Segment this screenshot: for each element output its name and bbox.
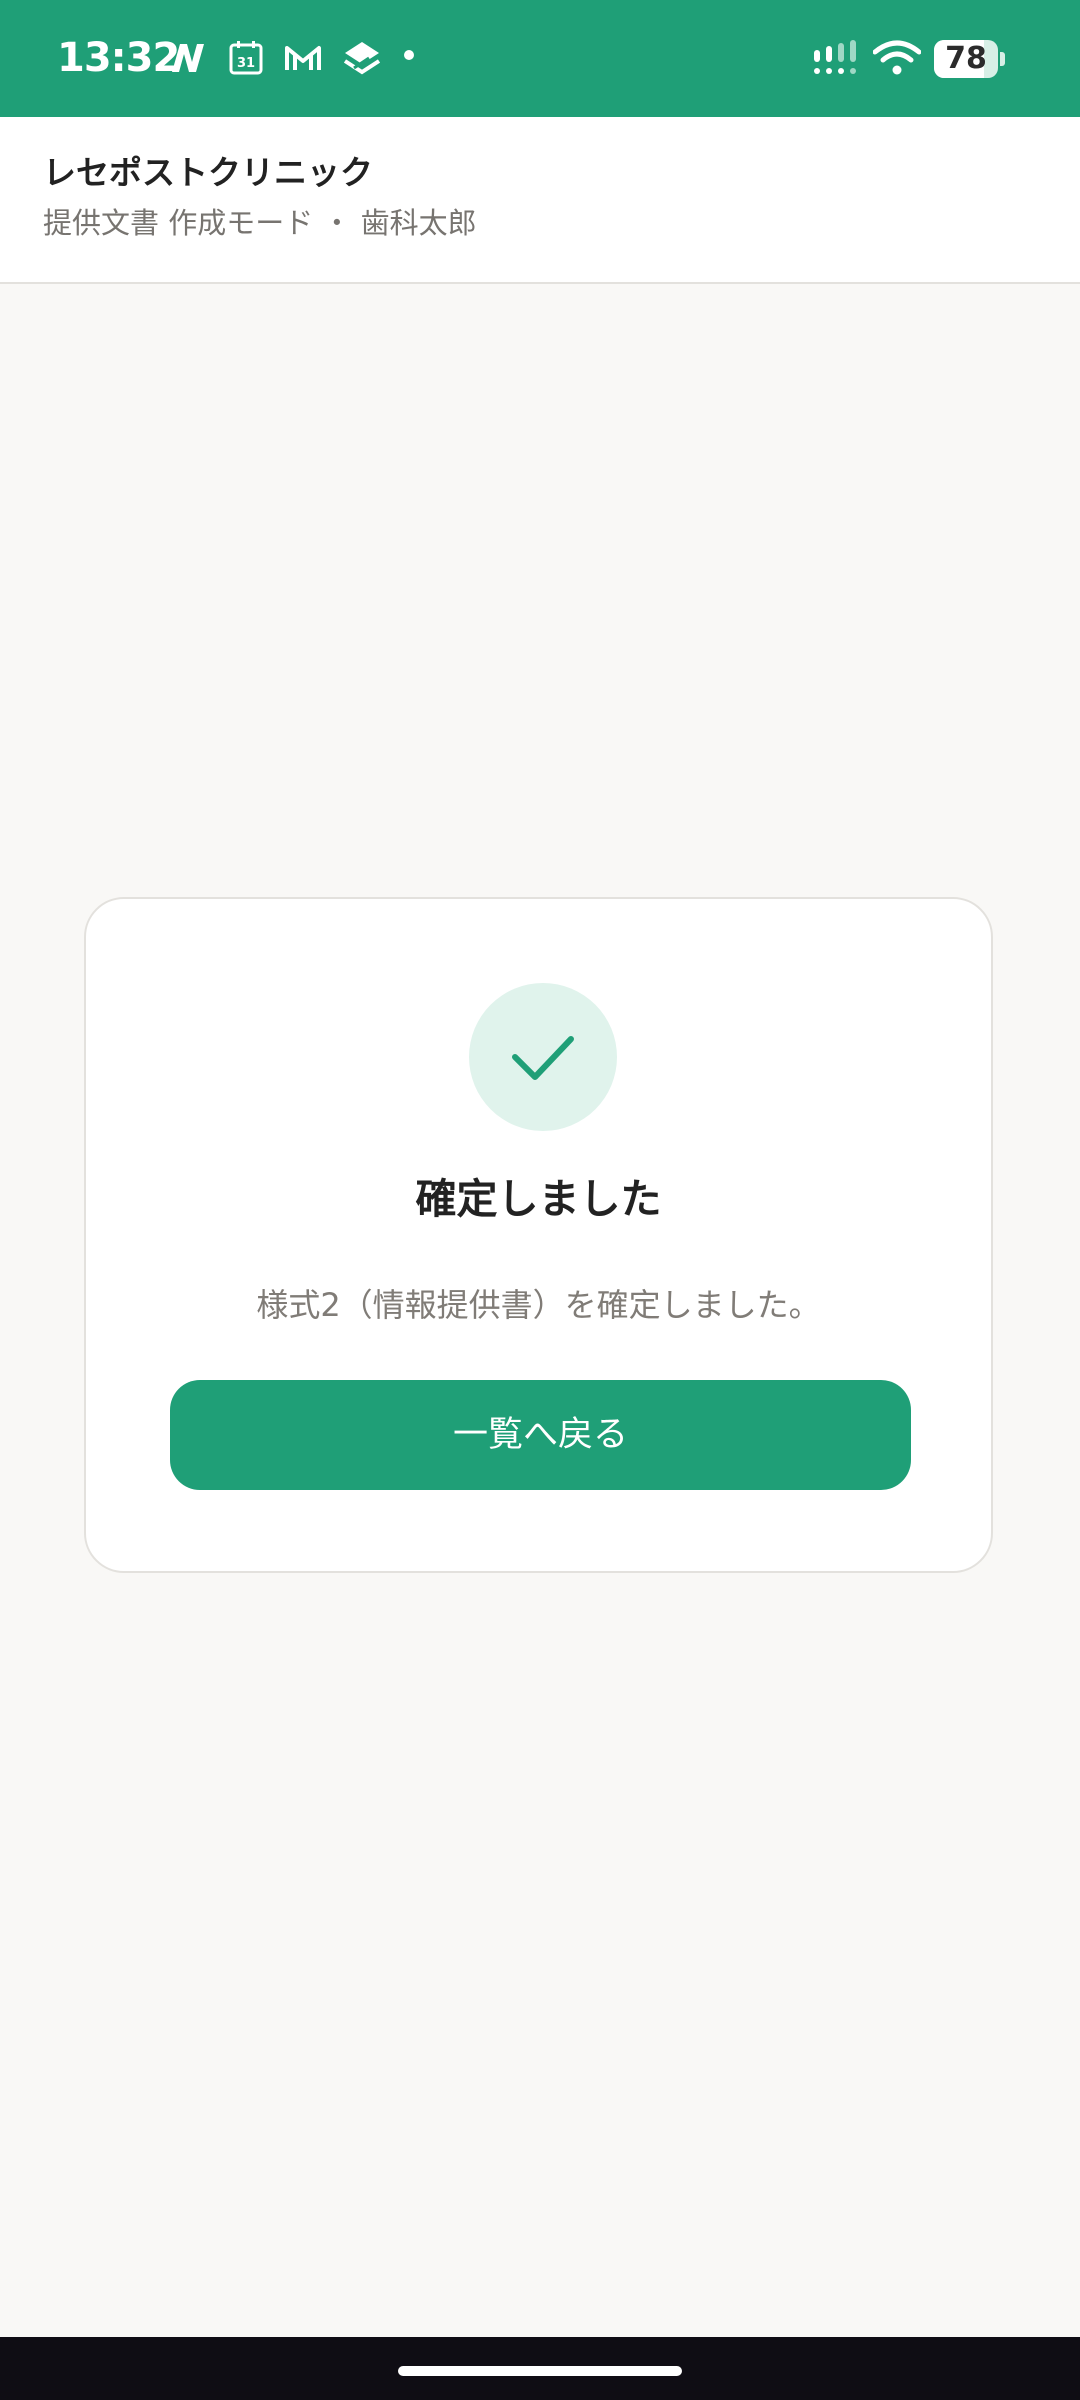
navigation-bar — [0, 2337, 1080, 2400]
battery-body: 78 — [934, 40, 998, 78]
wifi-icon — [873, 40, 921, 76]
screen: 13:32 31 78 レセポストクリニック 提供文書 作成モード ・ 歯科太郎… — [0, 0, 1080, 2400]
battery-cap — [1000, 52, 1005, 66]
stack-app-icon — [342, 38, 382, 78]
confirmation-card: 確定しました 様式2（情報提供書）を確定しました。 一覧へ戻る — [84, 897, 993, 1573]
battery-level: 78 — [945, 41, 987, 76]
battery-icon: 78 — [934, 40, 1006, 78]
calendar-day: 31 — [237, 56, 255, 71]
check-icon — [469, 983, 617, 1131]
more-notifications-dot-icon — [402, 48, 416, 62]
n-app-icon — [168, 38, 208, 78]
app-header: レセポストクリニック 提供文書 作成モード ・ 歯科太郎 — [0, 117, 1080, 284]
back-to-list-button[interactable]: 一覧へ戻る — [170, 1380, 911, 1490]
home-handle[interactable] — [398, 2366, 682, 2376]
calendar-icon: 31 — [226, 38, 266, 78]
clinic-name: レセポストクリニック — [43, 153, 373, 192]
status-time: 13:32 — [57, 35, 180, 81]
status-bar: 13:32 31 78 — [0, 0, 1080, 117]
gmail-icon — [283, 38, 323, 78]
confirmation-title: 確定しました — [415, 1175, 662, 1223]
confirmation-message: 様式2（情報提供書）を確定しました。 — [256, 1286, 821, 1324]
header-subtitle: 提供文書 作成モード ・ 歯科太郎 — [43, 206, 477, 240]
signal-icon — [812, 40, 860, 76]
